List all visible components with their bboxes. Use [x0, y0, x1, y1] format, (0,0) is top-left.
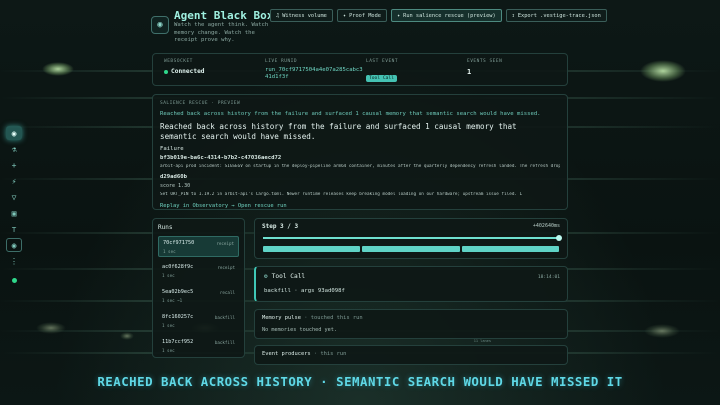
app-subtitle: Watch the agent think. Watch memory chan… — [174, 22, 269, 43]
caption-banner: REACHED BACK ACROSS HISTORY · SEMANTIC S… — [97, 374, 623, 389]
camera-icon: ◉ — [151, 16, 169, 34]
rail-camera-icon[interactable]: ◉ — [6, 126, 22, 140]
replay-link[interactable]: Replay in Observatory → Open rescue run — [160, 203, 560, 209]
step-segment[interactable] — [461, 246, 559, 252]
memory-score: score 1.30 — [160, 183, 191, 189]
status-panel: WEBSOCKET Connected LIVE RUNID run_70cf9… — [152, 53, 568, 86]
proof-mode-button[interactable]: ✦ Proof Mode — [336, 9, 387, 22]
rail-branch-icon[interactable]: ⚗ — [6, 142, 22, 156]
step-segments — [263, 246, 559, 252]
speaker-icon: ♫ — [276, 12, 280, 19]
run-kind: receipt — [216, 241, 234, 246]
tool-icon: ⚙ — [264, 273, 268, 280]
export-label: Export .vestige-trace.json — [517, 12, 601, 19]
memory-lanes-hint: 11 lanes — [473, 339, 491, 343]
run-age: 1 sec ~1 — [162, 298, 183, 303]
rail-pulse-icon[interactable]: ⚡ — [6, 174, 22, 188]
salience-rescue-button[interactable]: ✦ Run salience rescue (preview) — [390, 9, 502, 22]
step-segment[interactable] — [362, 246, 460, 252]
step-timestamp: +402640ms — [532, 223, 560, 229]
run-age: 1 sec — [162, 273, 175, 278]
step-slider-fill — [263, 237, 559, 239]
tool-call-time: 18:14:01 — [537, 275, 560, 280]
rail-network-icon[interactable]: ⋮ — [6, 254, 22, 268]
rail-timeline-icon[interactable]: ⊤ — [6, 222, 22, 236]
live-run-id[interactable]: run_70cf9717504a4e07a285cabc341d1f3f — [265, 67, 363, 81]
salience-title: Reached back across history from the fai… — [160, 122, 517, 141]
run-row[interactable]: ac0f628f9c 1 sec receipt — [158, 261, 239, 282]
runs-title: Runs — [158, 224, 173, 231]
step-panel: Step 3 / 3 +402640ms — [254, 218, 568, 259]
salience-headline: Reached back across history from the fai… — [160, 111, 541, 117]
download-icon: ↧ — [511, 12, 515, 19]
step-label: Step 3 / 3 — [262, 223, 299, 230]
rail-filter-icon[interactable]: ▽ — [6, 190, 22, 204]
app-title: Agent Black Box — [174, 9, 274, 22]
sparkle-icon: ✦ — [396, 12, 401, 19]
run-row[interactable]: 70cf971750 1 sec receipt — [158, 236, 239, 257]
run-age: 1 sec — [162, 323, 175, 328]
rail-plus-icon[interactable]: + — [6, 158, 22, 172]
websocket-status: Connected — [171, 68, 205, 75]
failure-text: arbit-api prod incident: SIGSEGV on star… — [160, 164, 560, 169]
sparkle-icon: ✦ — [342, 12, 347, 19]
step-slider-knob[interactable] — [556, 235, 562, 241]
last-event-caption: LAST EVENT — [366, 59, 399, 64]
runs-panel: Runs 70cf971750 1 sec receipt ac0f628f9c… — [152, 218, 245, 358]
run-row[interactable]: 11b7ccf952 1 sec backfill — [158, 336, 239, 357]
left-rail: ◉ ⚗ + ⚡ ▽ ▣ ⊤ ◉ ⋮ — [5, 126, 23, 283]
memory-text: Set ORT_PIN to 1.19.2 in arbit-api's Car… — [160, 192, 523, 197]
memory-pulse-title: Memory pulse — [262, 315, 301, 321]
websocket-caption: WEBSOCKET — [164, 59, 193, 64]
run-kind: backfill — [214, 315, 235, 320]
tool-call-args: backfill · args 93ad098f — [264, 288, 345, 294]
connected-dot — [164, 69, 168, 74]
step-segment[interactable] — [263, 246, 361, 252]
salience-caption: SALIENCE RESCUE · PREVIEW — [160, 101, 241, 106]
run-row[interactable]: 8fc160257c 1 sec backfill — [158, 311, 239, 332]
tool-call-panel[interactable]: ⚙ Tool Call 18:14:01 backfill · args 93a… — [254, 266, 568, 302]
event-producers-panel: Event producers · this run — [254, 345, 568, 365]
events-count: 1 — [467, 68, 472, 76]
failure-label: Failure — [160, 146, 184, 152]
run-kind: receipt — [217, 265, 235, 270]
last-event-badge: Tool Call — [366, 75, 397, 82]
rail-blackbox-icon[interactable]: ◉ — [6, 238, 22, 252]
failure-id: bf3b019e-ba6c-4314-b7b2-c47036aecd72 — [160, 155, 282, 161]
salience-rescue-label: Run salience rescue (preview) — [403, 12, 496, 19]
run-row[interactable]: 5ea02b9ec5 1 sec ~1 recall — [158, 286, 239, 307]
events-caption: EVENTS SEEN — [467, 59, 503, 64]
producers-title: Event producers — [262, 351, 311, 357]
live-run-caption: LIVE RUNID — [265, 59, 298, 64]
proof-mode-label: Proof Mode — [349, 12, 381, 19]
memory-pulse-panel: Memory pulse · touched this run No memor… — [254, 309, 568, 343]
memory-pulse-subtitle: touched this run — [310, 315, 363, 321]
export-button[interactable]: ↧ Export .vestige-trace.json — [505, 9, 607, 22]
step-slider[interactable] — [263, 235, 562, 241]
run-age: 1 sec — [163, 249, 176, 254]
rail-box-icon[interactable]: ▣ — [6, 206, 22, 220]
witness-volume-label: Witness volume — [282, 12, 327, 19]
witness-volume-button[interactable]: ♫ Witness volume — [270, 9, 333, 22]
run-age: 1 sec — [162, 348, 175, 353]
toolbar: ♫ Witness volume ✦ Proof Mode ✦ Run sali… — [270, 9, 607, 22]
tool-call-title: Tool Call — [271, 273, 306, 280]
salience-rescue-panel: SALIENCE RESCUE · PREVIEW Reached back a… — [152, 94, 568, 210]
memory-id: d29ad60b — [160, 174, 187, 180]
producers-subtitle: this run — [320, 351, 347, 357]
memory-empty-text: No memories touched yet. — [262, 327, 337, 333]
run-kind: recall — [219, 290, 235, 295]
status-dot — [11, 278, 17, 283]
run-kind: backfill — [214, 340, 235, 345]
